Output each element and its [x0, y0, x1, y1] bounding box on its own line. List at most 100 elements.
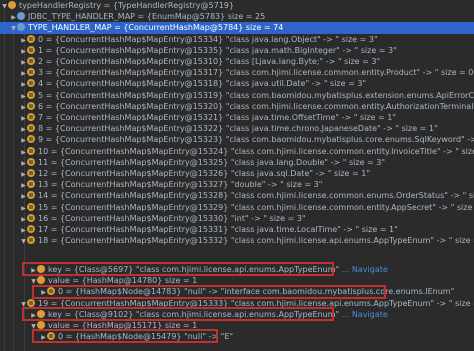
tree-row[interactable]: ▶ key = {Class@5697} "class com.hjimi.lic… [0, 264, 474, 275]
expand-arrow-icon[interactable]: ▶ [20, 180, 27, 190]
tree-row[interactable]: ▶ 12 = {ConcurrentHashMap$MapEntry@15326}… [0, 168, 474, 179]
row-label: 18 = {ConcurrentHashMap$MapEntry@15332} … [38, 236, 474, 246]
tree-row[interactable]: ▼ value = {HashMap@15171} size = 1 [0, 320, 474, 331]
tree-row[interactable]: ▼ 18 = {ConcurrentHashMap$MapEntry@15332}… [0, 235, 474, 246]
map-entry-icon [27, 236, 35, 245]
map-entry-icon [27, 225, 35, 233]
tree-row[interactable]: ▶ key = {Class@9102} "class com.hjimi.lic… [0, 309, 474, 320]
tree-row[interactable]: ▶ 7 = {ConcurrentHashMap$MapEntry@15321} … [0, 112, 474, 123]
tree-row[interactable]: ▶ 15 = {ConcurrentHashMap$MapEntry@15329}… [0, 202, 474, 213]
row-label: JDBC_TYPE_HANDLER_MAP = {EnumMap@5783} s… [28, 12, 266, 22]
expand-arrow-icon[interactable]: ▶ [20, 169, 27, 179]
expand-arrow-icon[interactable]: ▶ [20, 225, 27, 235]
tree-row[interactable]: ▶ 16 = {ConcurrentHashMap$MapEntry@15330}… [0, 213, 474, 224]
expand-arrow-icon[interactable]: ▶ [20, 135, 27, 145]
field-icon [8, 1, 16, 9]
row-label: value = {HashMap@14780} size = 1 [48, 276, 198, 286]
tree-row[interactable]: ▶ 10 = {ConcurrentHashMap$MapEntry@15324}… [0, 146, 474, 157]
tree-row[interactable]: ▶ 9 = {ConcurrentHashMap$MapEntry@15323} … [0, 134, 474, 145]
tree-row[interactable]: ▶ 6 = {ConcurrentHashMap$MapEntry@15320} … [0, 101, 474, 112]
map-entry-icon [27, 45, 35, 54]
row-label: TYPE_HANDLER_MAP = {ConcurrentHashMap@57… [28, 23, 284, 33]
navigate-link[interactable]: ... Navigate [342, 310, 388, 319]
tree-row[interactable]: ▶ 4 = {ConcurrentHashMap$MapEntry@15318} … [0, 78, 474, 89]
expand-arrow-icon[interactable]: ▶ [20, 68, 27, 78]
expand-arrow-icon[interactable]: ▶ [20, 191, 27, 201]
collapse-arrow-icon[interactable]: ▼ [20, 299, 27, 309]
tree-row[interactable]: ▶ 14 = {ConcurrentHashMap$MapEntry@15328}… [0, 190, 474, 201]
collapse-arrow-icon[interactable]: ▼ [30, 276, 37, 286]
map-entry-icon [27, 180, 35, 189]
row-label: typeHandlerRegistry = {TypeHandlerRegist… [19, 1, 235, 10]
row-label: 0 = {ConcurrentHashMap$MapEntry@15334} "… [38, 34, 378, 44]
expand-arrow-icon[interactable]: ▶ [20, 113, 27, 123]
field-icon [37, 321, 45, 329]
expand-arrow-icon[interactable]: ▶ [20, 147, 27, 157]
map-entry-icon [27, 213, 35, 222]
map-entry-icon [27, 90, 35, 99]
tree-row[interactable]: ▶ 3 = {ConcurrentHashMap$MapEntry@15317} … [0, 67, 474, 78]
expand-arrow-icon[interactable]: ▶ [20, 102, 27, 112]
row-label: 0 = {HashMap$Node@15479} "null" -> "E" [58, 332, 234, 342]
row-label: 10 = {ConcurrentHashMap$MapEntry@15324} … [38, 146, 474, 156]
static-field-icon [17, 23, 25, 32]
expand-arrow-icon[interactable]: ▶ [30, 310, 37, 320]
map-entry-icon [27, 113, 35, 121]
tree-row[interactable]: ▶ 8 = {ConcurrentHashMap$MapEntry@15322} … [0, 123, 474, 134]
collapse-arrow-icon[interactable]: ▼ [10, 23, 17, 33]
tree-row[interactable]: ▶ JDBC_TYPE_HANDLER_MAP = {EnumMap@5783} … [0, 11, 474, 22]
tree-row[interactable]: ▶ 17 = {ConcurrentHashMap$MapEntry@15331}… [0, 224, 474, 235]
expand-arrow-icon[interactable]: ▶ [40, 332, 47, 342]
row-label: 9 = {ConcurrentHashMap$MapEntry@15323} "… [38, 135, 474, 145]
row-label: 1 = {ConcurrentHashMap$MapEntry@15335} "… [38, 45, 397, 55]
row-label: key = {Class@5697} "class com.hjimi.lice… [48, 265, 340, 274]
expand-arrow-icon[interactable]: ▶ [20, 91, 27, 101]
tree-row[interactable]: ▶ 5 = {ConcurrentHashMap$MapEntry@15319} … [0, 90, 474, 101]
tree-row[interactable]: ▼ 19 = {ConcurrentHashMap$MapEntry@15333}… [0, 298, 474, 309]
collapse-arrow-icon[interactable]: ▼ [1, 1, 8, 11]
tree-row[interactable]: ▼ typeHandlerRegistry = {TypeHandlerRegis… [0, 0, 474, 11]
expand-arrow-icon[interactable]: ▶ [20, 124, 27, 134]
expand-arrow-icon[interactable]: ▶ [30, 265, 37, 275]
tree-row[interactable]: ▶ 11 = {ConcurrentHashMap$MapEntry@15325}… [0, 157, 474, 168]
navigate-link[interactable]: ... Navigate [342, 265, 388, 274]
expand-arrow-icon[interactable]: ▶ [20, 203, 27, 213]
collapse-arrow-icon[interactable]: ▼ [30, 321, 37, 331]
tree-row-selected[interactable]: ▼ TYPE_HANDLER_MAP = {ConcurrentHashMap@5… [0, 22, 474, 34]
expand-arrow-icon[interactable]: ▶ [20, 35, 27, 45]
map-entry-icon [27, 157, 35, 166]
tree-row[interactable]: ▶ 0 = {HashMap$Node@15479} "null" -> "E" [0, 331, 474, 342]
map-entry-icon [27, 34, 35, 43]
expand-arrow-icon[interactable]: ▶ [20, 79, 27, 89]
row-label: 14 = {ConcurrentHashMap$MapEntry@15328} … [38, 191, 474, 201]
map-entry-icon [47, 287, 55, 296]
tree-row[interactable]: ▶ 2 = {ConcurrentHashMap$MapEntry@15310} … [0, 56, 474, 67]
map-entry-icon [27, 79, 35, 88]
collapse-arrow-icon[interactable]: ▼ [20, 236, 27, 246]
row-label: 16 = {ConcurrentHashMap$MapEntry@15330} … [38, 213, 306, 223]
tree-row[interactable]: ▶ 1 = {ConcurrentHashMap$MapEntry@15335} … [0, 45, 474, 56]
expand-arrow-icon[interactable]: ▶ [20, 214, 27, 224]
expand-arrow-icon[interactable]: ▶ [20, 46, 27, 56]
tree-row[interactable]: ▶ 0 = {HashMap$Node@14783} "null" -> "int… [0, 286, 474, 297]
map-entry-icon [47, 332, 55, 341]
map-entry-icon [27, 202, 35, 211]
row-label: 19 = {ConcurrentHashMap$MapEntry@15333} … [38, 298, 474, 308]
row-label: 8 = {ConcurrentHashMap$MapEntry@15322} "… [38, 124, 438, 134]
expand-arrow-icon[interactable]: ▶ [20, 57, 27, 67]
row-label: 7 = {ConcurrentHashMap$MapEntry@15321} "… [38, 113, 397, 122]
expand-arrow-icon[interactable]: ▶ [20, 158, 27, 168]
map-entry-icon [27, 68, 35, 77]
expand-arrow-icon[interactable]: ▶ [40, 287, 47, 297]
row-label: 15 = {ConcurrentHashMap$MapEntry@15329} … [38, 202, 474, 212]
row-label: 13 = {ConcurrentHashMap$MapEntry@15327} … [38, 180, 323, 190]
expand-arrow-icon[interactable]: ▶ [10, 12, 17, 22]
tree-row[interactable]: ▶ 13 = {ConcurrentHashMap$MapEntry@15327}… [0, 179, 474, 190]
row-label: 12 = {ConcurrentHashMap$MapEntry@15326} … [38, 169, 371, 178]
tree-row[interactable]: ▶ 0 = {ConcurrentHashMap$MapEntry@15334} … [0, 34, 474, 45]
tree-row[interactable]: ▼ value = {HashMap@14780} size = 1 [0, 275, 474, 286]
row-label: 0 = {HashMap$Node@14783} "null" -> "inte… [58, 287, 455, 297]
row-label: 17 = {ConcurrentHashMap$MapEntry@15331} … [38, 225, 398, 234]
field-icon [37, 309, 45, 318]
map-entry-icon [27, 191, 35, 200]
